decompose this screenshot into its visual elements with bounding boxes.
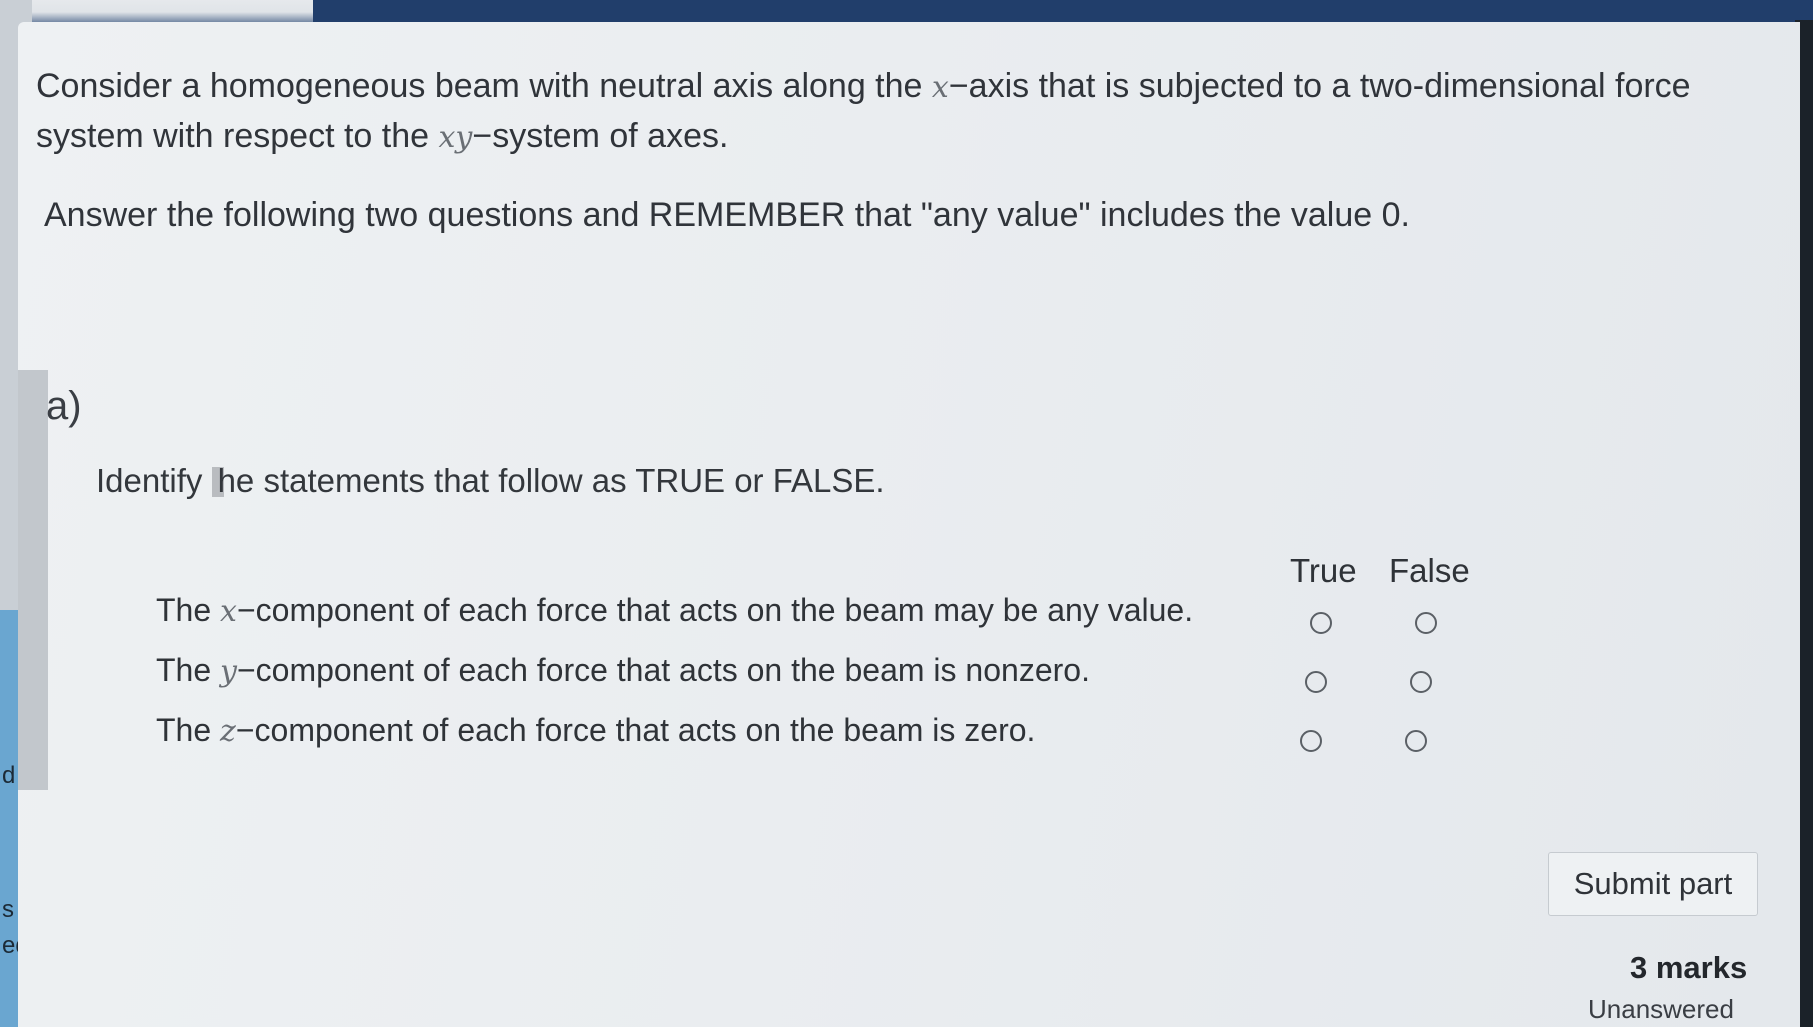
statement-3: The z−component of each force that acts … [156,712,1035,749]
statement-2-false-radio[interactable] [1410,671,1432,693]
statement-1: The x−component of each force that acts … [156,592,1193,629]
intro-xy-variable: xy [438,120,473,155]
statement-2-pre: The [156,652,221,688]
statement-2-variable: y [220,654,237,689]
marks-label: 3 marks [1630,950,1748,985]
column-header-true: True [1290,552,1357,589]
statement-3-variable: z [220,714,236,749]
submit-part-button[interactable]: Submit part [1548,852,1758,916]
statement-3-pre: The [156,712,221,748]
instruction-text-2: he statements that follow as TRUE or FAL… [217,462,885,499]
part-rail [18,370,48,790]
statement-1-true-radio[interactable] [1310,612,1332,634]
intro-x-variable: x [931,70,949,105]
left-fragment-d: d [2,762,16,789]
question-intro: Consider a homogeneous beam with neutral… [36,62,1776,162]
statement-2: The y−component of each force that acts … [156,652,1090,689]
intro-text-3: −system of axes. [472,117,729,155]
instruction-text-1: Identify [96,462,212,499]
part-label: a) [46,384,82,428]
column-header-false: False [1389,552,1470,589]
statement-2-true-radio[interactable] [1305,671,1327,693]
statement-1-post: −component of each force that acts on th… [236,592,1194,628]
statement-1-false-radio[interactable] [1415,612,1437,634]
statement-3-false-radio[interactable] [1405,730,1427,752]
answer-status: Unanswered [1588,994,1734,1024]
statement-3-true-radio[interactable] [1300,730,1322,752]
statement-3-post: −component of each force that acts on th… [235,712,1036,748]
question-panel [18,22,1800,1027]
statement-1-pre: The [156,592,221,628]
left-fragment-s: s [2,896,14,923]
intro-text-1: Consider a homogeneous beam with neutral… [36,67,932,105]
reminder-note: Answer the following two questions and R… [44,196,1410,234]
instruction: Identify he statements that follow as TR… [96,462,885,500]
statement-2-post: −component of each force that acts on th… [236,652,1090,688]
statement-1-variable: x [220,594,237,629]
